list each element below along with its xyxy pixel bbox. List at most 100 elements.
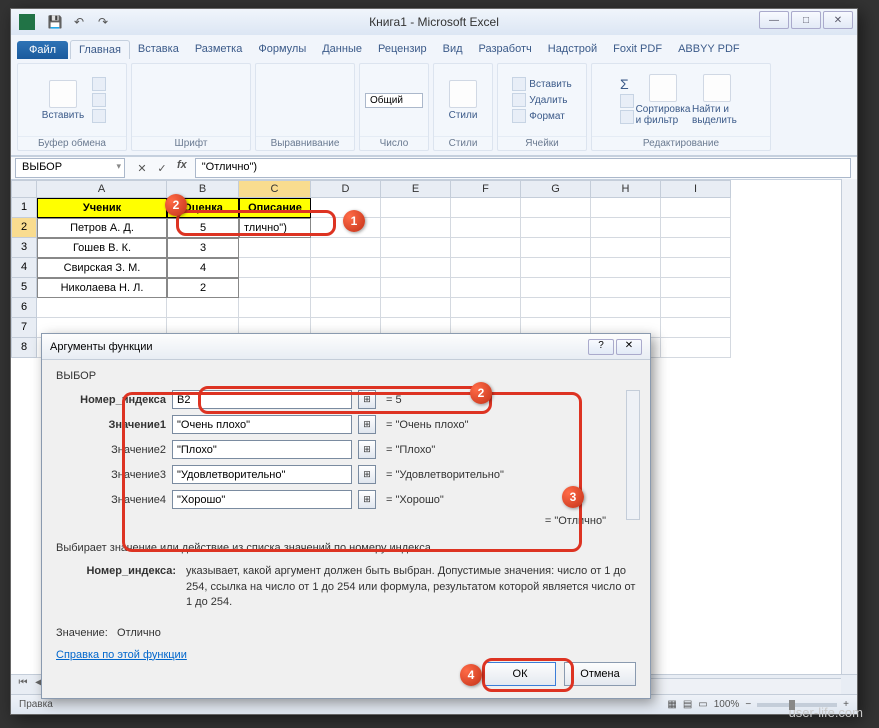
cell-G5[interactable] bbox=[521, 278, 591, 298]
name-box[interactable]: ВЫБОР bbox=[15, 158, 125, 178]
cell-G1[interactable] bbox=[521, 198, 591, 218]
cell-G3[interactable] bbox=[521, 238, 591, 258]
redo-icon[interactable]: ↷ bbox=[93, 12, 113, 32]
cell-I8[interactable] bbox=[661, 338, 731, 358]
view-break-icon[interactable]: ▭ bbox=[698, 699, 707, 710]
cell-H3[interactable] bbox=[591, 238, 661, 258]
col-header-H[interactable]: H bbox=[591, 180, 661, 198]
delete-cells-button[interactable]: Удалить bbox=[512, 93, 571, 107]
save-icon[interactable]: 💾 bbox=[45, 12, 65, 32]
row-header-7[interactable]: 7 bbox=[11, 318, 37, 338]
find-select-button[interactable]: Найти и выделить bbox=[692, 74, 742, 126]
range-picker-1[interactable]: ⊞ bbox=[358, 415, 376, 434]
format-cells-button[interactable]: Формат bbox=[512, 109, 571, 123]
sheet-nav-first[interactable]: ⏮ bbox=[15, 677, 31, 693]
cell-B2[interactable]: 5 bbox=[167, 218, 239, 238]
cell-C4[interactable] bbox=[239, 258, 311, 278]
cell-G2[interactable] bbox=[521, 218, 591, 238]
ribbon-tab-2[interactable]: Разметка bbox=[187, 40, 251, 59]
row-header-2[interactable]: 2 bbox=[11, 218, 37, 238]
col-header-I[interactable]: I bbox=[661, 180, 731, 198]
row-header-6[interactable]: 6 bbox=[11, 298, 37, 318]
cell-F6[interactable] bbox=[451, 298, 521, 318]
dialog-help-button[interactable]: ? bbox=[588, 339, 614, 355]
cell-A4[interactable]: Свирская З. М. bbox=[37, 258, 167, 278]
insert-cells-button[interactable]: Вставить bbox=[512, 77, 571, 91]
select-all-corner[interactable] bbox=[11, 180, 37, 198]
col-header-D[interactable]: D bbox=[311, 180, 381, 198]
cell-A3[interactable]: Гошев В. К. bbox=[37, 238, 167, 258]
cell-D5[interactable] bbox=[311, 278, 381, 298]
cell-E5[interactable] bbox=[381, 278, 451, 298]
arg-input-4[interactable] bbox=[172, 490, 352, 509]
vertical-scrollbar[interactable] bbox=[841, 179, 857, 674]
cell-A5[interactable]: Николаева Н. Л. bbox=[37, 278, 167, 298]
range-picker-0[interactable]: ⊞ bbox=[358, 390, 376, 409]
cell-C1[interactable]: Описание bbox=[239, 198, 311, 218]
ribbon-tab-1[interactable]: Вставка bbox=[130, 40, 187, 59]
ok-button[interactable]: ОК bbox=[484, 662, 556, 686]
formula-input[interactable]: "Отлично") bbox=[195, 158, 851, 178]
format-painter-button[interactable] bbox=[92, 109, 106, 123]
col-header-G[interactable]: G bbox=[521, 180, 591, 198]
arg-input-3[interactable] bbox=[172, 465, 352, 484]
zoom-out-button[interactable]: − bbox=[745, 699, 751, 710]
view-layout-icon[interactable]: ▤ bbox=[683, 699, 692, 710]
arg-input-2[interactable] bbox=[172, 440, 352, 459]
row-header-5[interactable]: 5 bbox=[11, 278, 37, 298]
cell-I7[interactable] bbox=[661, 318, 731, 338]
file-tab[interactable]: Файл bbox=[17, 41, 68, 59]
cell-H1[interactable] bbox=[591, 198, 661, 218]
ribbon-tab-10[interactable]: ABBYY PDF bbox=[670, 40, 748, 59]
paste-button[interactable]: Вставить bbox=[38, 80, 88, 121]
cell-B4[interactable]: 4 bbox=[167, 258, 239, 278]
zoom-level[interactable]: 100% bbox=[714, 699, 740, 710]
cut-button[interactable] bbox=[92, 77, 106, 91]
cell-I3[interactable] bbox=[661, 238, 731, 258]
cell-F2[interactable] bbox=[451, 218, 521, 238]
cell-G6[interactable] bbox=[521, 298, 591, 318]
cell-A1[interactable]: Ученик bbox=[37, 198, 167, 218]
ribbon-tab-6[interactable]: Вид bbox=[435, 40, 471, 59]
cell-H2[interactable] bbox=[591, 218, 661, 238]
row-header-1[interactable]: 1 bbox=[11, 198, 37, 218]
cell-B3[interactable]: 3 bbox=[167, 238, 239, 258]
copy-button[interactable] bbox=[92, 93, 106, 107]
cell-A2[interactable]: Петров А. Д. bbox=[37, 218, 167, 238]
cell-A6[interactable] bbox=[37, 298, 167, 318]
ribbon-tab-8[interactable]: Надстрой bbox=[540, 40, 605, 59]
ribbon-tab-4[interactable]: Данные bbox=[314, 40, 370, 59]
arg-input-1[interactable] bbox=[172, 415, 352, 434]
help-link[interactable]: Справка по этой функции bbox=[56, 649, 187, 661]
fx-icon[interactable]: fx bbox=[173, 159, 191, 177]
maximize-button[interactable]: □ bbox=[791, 11, 821, 29]
minimize-button[interactable]: — bbox=[759, 11, 789, 29]
ribbon-tab-7[interactable]: Разработч bbox=[471, 40, 540, 59]
row-header-4[interactable]: 4 bbox=[11, 258, 37, 278]
cell-C6[interactable] bbox=[239, 298, 311, 318]
cancel-formula-button[interactable]: ✕ bbox=[133, 159, 151, 177]
cell-E3[interactable] bbox=[381, 238, 451, 258]
close-button[interactable]: ✕ bbox=[823, 11, 853, 29]
autosum-button[interactable]: Σ bbox=[620, 76, 634, 92]
arg-input-0[interactable] bbox=[172, 390, 352, 409]
range-picker-4[interactable]: ⊞ bbox=[358, 490, 376, 509]
cell-D3[interactable] bbox=[311, 238, 381, 258]
cell-E6[interactable] bbox=[381, 298, 451, 318]
col-header-F[interactable]: F bbox=[451, 180, 521, 198]
col-header-C[interactable]: C bbox=[239, 180, 311, 198]
view-normal-icon[interactable]: ▦ bbox=[667, 699, 676, 710]
col-header-E[interactable]: E bbox=[381, 180, 451, 198]
cell-E2[interactable] bbox=[381, 218, 451, 238]
fill-button[interactable] bbox=[620, 94, 634, 108]
range-picker-2[interactable]: ⊞ bbox=[358, 440, 376, 459]
ribbon-tab-9[interactable]: Foxit PDF bbox=[605, 40, 670, 59]
number-format-select[interactable]: Общий bbox=[365, 93, 423, 108]
dialog-close-button[interactable]: ✕ bbox=[616, 339, 642, 355]
cell-E1[interactable] bbox=[381, 198, 451, 218]
range-picker-3[interactable]: ⊞ bbox=[358, 465, 376, 484]
cancel-button[interactable]: Отмена bbox=[564, 662, 636, 686]
cell-H6[interactable] bbox=[591, 298, 661, 318]
cell-I1[interactable] bbox=[661, 198, 731, 218]
cell-E4[interactable] bbox=[381, 258, 451, 278]
